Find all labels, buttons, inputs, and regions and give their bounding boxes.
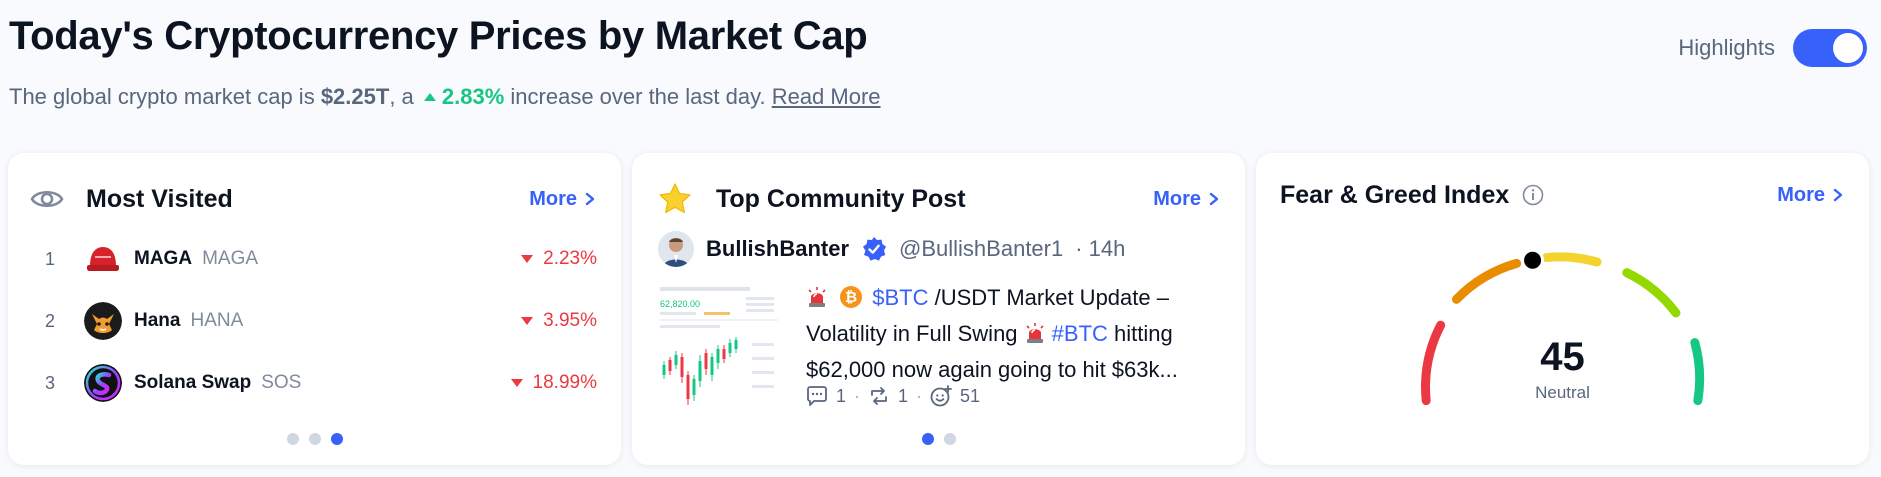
trend-down-icon [521,317,534,325]
svg-text:₿: ₿ [845,289,857,306]
thumb-price: 62,820.00 [660,299,700,309]
list-item[interactable]: 3 Solana Swap SOS 18.99% [8,359,621,407]
change-value: 3.95% [543,310,597,331]
carousel-dot[interactable] [921,433,934,445]
siren-icon [1024,320,1046,353]
chevron-right-icon [585,192,595,206]
highlights-control: Highlights [1678,29,1867,67]
coin-symbol: MAGA [202,248,259,269]
coin-name-text: MAGA [134,248,193,269]
change-value: 2.23% [543,248,597,269]
separator: · [916,385,923,406]
most-visited-card: Most Visited More 1 MAGA MAGA 2.23% 2 Ha… [8,153,621,465]
reaction-count: 51 [960,385,981,406]
carousel-dots [632,433,1245,445]
fear-greed-gauge [1421,248,1705,406]
coin-name-text: Hana [134,310,181,331]
gauge-segment-neutral [1541,252,1602,267]
hana-logo-icon [84,302,122,340]
coin-change: 3.95% [521,310,597,332]
most-visited-more-link[interactable]: More [529,188,595,211]
trend-down-icon [521,255,534,263]
carousel-dot[interactable] [308,433,321,445]
read-more-link[interactable]: Read More [772,84,881,109]
post-thumbnail[interactable]: 62,820.00 [656,283,788,413]
most-visited-header: Most Visited More [8,179,621,219]
community-more-link[interactable]: More [1153,188,1219,211]
coin-change: 2.23% [521,248,597,270]
post-line-3: $62,000 now again going to hit $63k... [806,357,1178,382]
verified-badge-icon [863,237,887,261]
community-header: Top Community Post More [632,179,1245,219]
gauge-segment-greed [1622,268,1681,318]
more-label: More [1153,187,1201,210]
fear-greed-label: Neutral [1535,383,1590,402]
market-cap-change: 2.83% [441,84,505,109]
toggle-knob [1833,33,1863,63]
change-value: 18.99% [532,372,597,393]
trend-down-icon [510,379,523,387]
carousel-dots [8,433,621,445]
comment-icon[interactable] [806,386,828,406]
solana-swap-logo-icon [84,364,122,402]
summary-suffix: increase over the last day. [504,84,766,109]
separator: · [854,385,861,406]
coin-name: MAGA MAGA [134,248,258,270]
carousel-dot[interactable] [330,433,343,445]
market-cap-value: $2.25T [320,84,390,109]
page-title: Today's Cryptocurrency Prices by Market … [9,14,868,58]
bitcoin-icon: ₿ [840,284,863,317]
trend-up-icon [423,92,436,101]
post-line-2b: hitting [1107,321,1173,346]
post-text[interactable]: ₿ $BTC /USDT Market Update – Volatility … [806,281,1216,386]
eye-icon [30,183,64,220]
coin-symbol: SOS [261,372,302,393]
gauge-segment-fear [1451,258,1522,304]
coin-symbol: HANA [190,310,244,331]
post-stats: 1 · 1 · 51 [806,385,980,407]
post-time: · 14h [1075,236,1126,261]
post-author[interactable]: BullishBanter @BullishBanter1 · 14h [658,229,1125,269]
rank: 3 [45,372,56,393]
star-icon [658,182,692,221]
reaction-icon[interactable] [930,385,952,407]
list-item[interactable]: 2 Hana HANA 3.95% [8,297,621,345]
avatar [658,231,694,267]
summary-prefix: The global crypto market cap is [9,84,321,109]
post-line-1: /USDT Market Update – [928,285,1169,310]
more-label: More [529,187,577,210]
comment-count: 1 [836,385,847,406]
community-title: Top Community Post [716,184,966,213]
community-post-card: Top Community Post More BullishBanter @B… [632,153,1245,465]
carousel-dot[interactable] [943,433,956,445]
author-handle: @BullishBanter1 [899,236,1064,261]
rank: 2 [45,310,56,331]
most-visited-title: Most Visited [86,184,233,213]
coin-change: 18.99% [510,372,597,394]
cashtag-link[interactable]: $BTC [872,285,928,310]
market-summary: The global crypto market cap is $2.25T, … [9,84,881,110]
repost-count: 1 [898,385,909,406]
coin-name: Hana HANA [134,310,243,332]
fear-greed-value: 45 [1540,335,1585,379]
summary-mid: , a [389,84,420,109]
hashtag-link[interactable]: #BTC [1052,321,1108,346]
highlights-toggle[interactable] [1793,29,1867,67]
carousel-dot[interactable] [286,433,299,445]
fear-greed-card: Fear & Greed Index More 45 Neutral [1256,153,1869,465]
siren-icon [806,284,828,317]
gauge-indicator [1521,248,1545,272]
post-line-2: Volatility in Full Swing [806,321,1024,346]
author-name: BullishBanter [706,236,850,261]
chevron-right-icon [1209,192,1219,206]
coin-name: Solana Swap SOS [134,372,301,394]
rank: 1 [45,248,56,269]
highlights-label: Highlights [1678,35,1775,60]
maga-logo-icon [84,240,122,278]
repost-icon[interactable] [868,386,890,406]
coin-name-text: Solana Swap [134,372,252,393]
list-item[interactable]: 1 MAGA MAGA 2.23% [8,235,621,283]
